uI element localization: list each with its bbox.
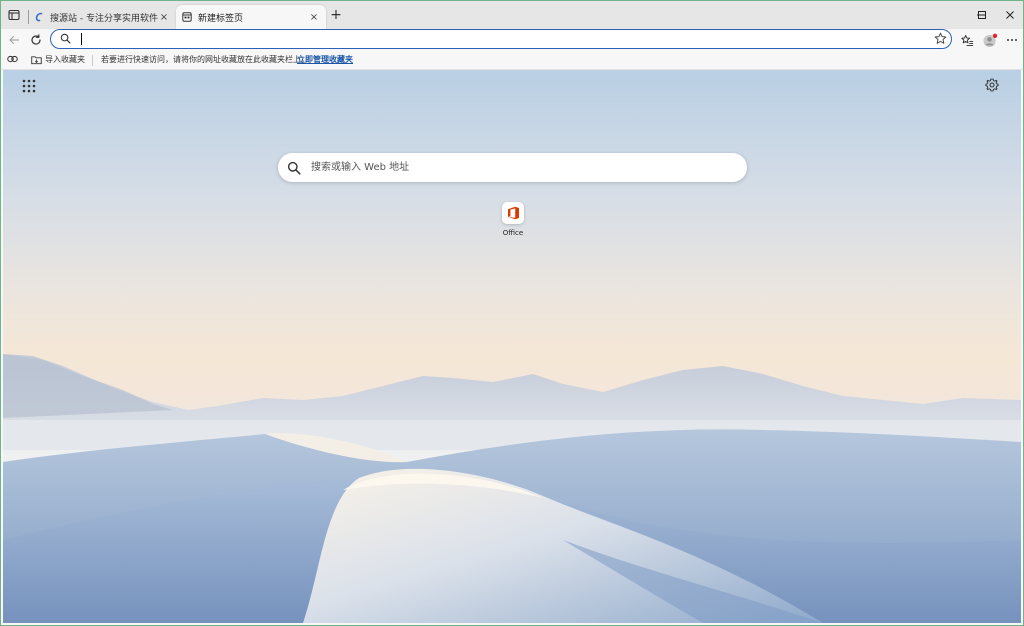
manage-favorites-link[interactable]: 立即管理收藏夹 [297,54,353,65]
maximize-icon [978,11,986,19]
back-arrow-icon [9,35,20,45]
tab-strip: 搜源站 - 专注分享实用软件与免费 × 新建标签页 × + — [1,1,1023,29]
gear-icon [985,78,999,92]
profile-button[interactable] [981,31,999,49]
text-cursor [81,33,82,45]
favorites-divider [92,55,93,66]
tab-actions-menu-button[interactable] [5,6,23,24]
import-favorites-button[interactable]: 导入收藏夹 [31,54,85,65]
more-dots-icon [1007,39,1017,41]
add-favorite-button[interactable] [934,32,947,48]
tab-close-button[interactable]: × [308,12,320,23]
quick-link-label: Office [502,229,524,237]
new-tab-button[interactable]: + [329,7,343,23]
close-icon [1006,11,1014,19]
tab-soyuanzhan[interactable]: 搜源站 - 专注分享实用软件与免费 × [28,5,176,29]
refresh-icon [31,34,41,45]
app-grid-icon [22,79,36,93]
search-icon [60,33,71,44]
import-favorites-label: 导入收藏夹 [45,55,85,64]
avatar-icon [982,33,997,47]
window-close-button[interactable] [995,5,1023,25]
web-search-box[interactable] [278,153,747,182]
tab-new-tab[interactable]: 新建标签页 × [176,5,326,29]
favorites-bar-icon-button[interactable] [7,54,18,64]
new-tab-page-icon [182,12,192,22]
star-icon [934,32,947,44]
app-launcher-button[interactable] [22,79,38,95]
address-bar[interactable] [50,29,952,49]
page-settings-button[interactable] [985,78,1003,96]
link-icon [7,55,18,63]
maximize-button[interactable] [967,5,997,25]
tab-title: 新建标签页 [198,13,244,24]
tab-title: 搜源站 - 专注分享实用软件与免费 [50,13,158,24]
back-button[interactable] [5,31,23,49]
search-icon [287,161,301,175]
settings-and-more-button[interactable] [1003,31,1021,49]
navigation-toolbar [1,29,1023,51]
favorites-bar: 导入收藏夹 若要进行快速访问，请将你的网址收藏放在此收藏夹栏上。 立即管理收藏夹 [1,51,1023,70]
browser-window: 搜源站 - 专注分享实用软件与免费 × 新建标签页 × + — [0,0,1024,626]
quick-link-office[interactable]: Office [493,202,533,242]
quick-link-tile [502,202,524,224]
refresh-button[interactable] [27,31,45,49]
tab-close-button[interactable]: × [158,12,170,23]
tab-actions-icon [8,9,20,21]
new-tab-page: Office [3,70,1021,623]
favorites-hint: 若要进行快速访问，请将你的网址收藏放在此收藏夹栏上。 [101,55,309,64]
site-favicon [35,12,43,22]
favorites-button[interactable] [958,31,976,49]
web-search-input[interactable] [309,161,713,174]
import-folder-icon [31,55,42,64]
favorites-list-icon [960,34,973,46]
office-icon [507,206,519,220]
